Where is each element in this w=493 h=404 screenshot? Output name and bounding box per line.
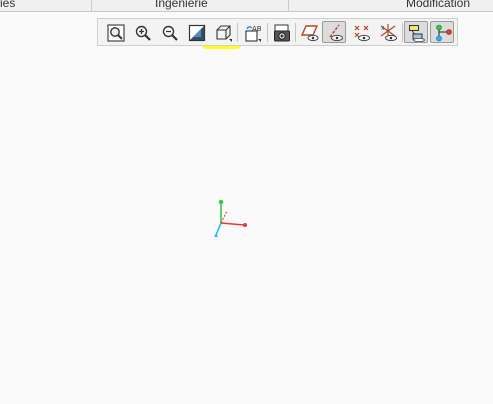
datum-axis-display-icon [329,24,343,42]
toolbar-separator [295,23,296,42]
zoom-in-icon [135,25,151,41]
display-style-camera-icon [274,24,290,42]
datum-points-button[interactable] [349,21,373,43]
coordinate-system-display-icon: X [380,24,397,42]
datum-planes-button[interactable] [297,21,321,43]
spin-center-icon [436,24,452,42]
view-manager-button[interactable]: AB [240,21,264,43]
repaint-button[interactable] [184,21,208,43]
toolbar-separator [267,23,268,42]
ribbon-tab-partial[interactable]: ies [0,0,15,11]
ribbon-tab-strip: ies Ingénierie Modification [0,0,493,12]
spin-center-button[interactable] [430,21,454,43]
display-style-button[interactable] [269,21,293,43]
zoom-out-icon [162,25,178,41]
ribbon-tab-ingenierie[interactable]: Ingénierie [155,0,208,11]
zoom-fit-icon [107,24,125,42]
ribbon-tab-modification[interactable]: Modification [406,0,470,11]
saved-views-cube-icon [216,25,232,42]
view-manager-icon: AB [245,25,262,42]
coordinate-systems-button[interactable]: X [376,21,400,43]
ribbon-divider [288,0,289,11]
svg-text:AB: AB [252,25,262,33]
toolbar-separator [402,23,403,42]
datum-point-display-icon [354,25,370,42]
repaint-icon [188,24,206,42]
refit-button[interactable] [103,21,127,43]
toolbar-separator [237,23,238,42]
svg-text:X: X [381,26,385,32]
zoom-out-button[interactable] [157,21,181,43]
coordinate-triad-icon [214,199,247,237]
datum-plane-display-icon [301,25,319,42]
annotations-button[interactable] [404,21,428,43]
annotation-display-icon [409,25,425,42]
datum-axes-button[interactable] [322,21,346,43]
zoom-in-button[interactable] [130,21,154,43]
ribbon-divider [91,0,92,11]
graphics-toolbar: AB X [97,18,458,46]
saved-orientations-button[interactable] [211,21,235,43]
